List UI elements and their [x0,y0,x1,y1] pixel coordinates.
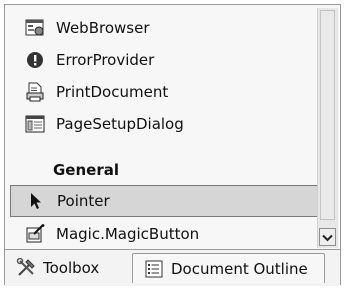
toolbox-item-errorprovider[interactable]: ErrorProvider [10,44,318,76]
toolbox-group-header[interactable]: General [10,155,318,185]
group-label: General [53,161,119,179]
toolbox-tools-icon [15,257,37,279]
tab-label: Document Outline [171,259,308,278]
document-outline-icon [143,258,165,280]
toolbox-item-label: Pointer [57,192,110,210]
magic-button-icon [24,223,46,245]
toolbox-item-label: WebBrowser [56,19,150,37]
webbrowser-icon [24,17,46,39]
toolbox-item-pointer[interactable]: Pointer [10,185,318,217]
pointer-arrow-icon [25,190,47,212]
scroll-down-button[interactable] [319,228,336,246]
toolbox-item-label: ErrorProvider [56,51,155,69]
vertical-scrollbar[interactable] [317,8,338,248]
toolbox-list: WebBrowser ErrorProvider PrintDocument P… [10,10,318,250]
tab-label: Toolbox [43,259,100,277]
toolbox-item-pagesetupdialog[interactable]: PageSetupDialog [10,108,318,140]
scrollbar-thumb[interactable] [320,10,335,220]
error-icon [24,49,46,71]
panel-tab-strip: Toolbox Document Outline [5,249,340,286]
toolbox-item-label: PageSetupDialog [56,115,184,133]
toolbox-item-magicbutton[interactable]: Magic.MagicButton [10,218,318,250]
toolbox-item-label: PrintDocument [56,83,169,101]
chevron-down-icon [322,228,333,246]
toolbox-panel: WebBrowser ErrorProvider PrintDocument P… [4,4,341,286]
printer-document-icon [24,81,46,103]
tab-toolbox[interactable]: Toolbox [9,253,130,283]
toolbox-item-printdocument[interactable]: PrintDocument [10,76,318,108]
tab-document-outline[interactable]: Document Outline [132,253,325,283]
toolbox-item-webbrowser[interactable]: WebBrowser [10,12,318,44]
toolbox-item-label: Magic.MagicButton [56,225,200,243]
page-setup-dialog-icon [24,113,46,135]
